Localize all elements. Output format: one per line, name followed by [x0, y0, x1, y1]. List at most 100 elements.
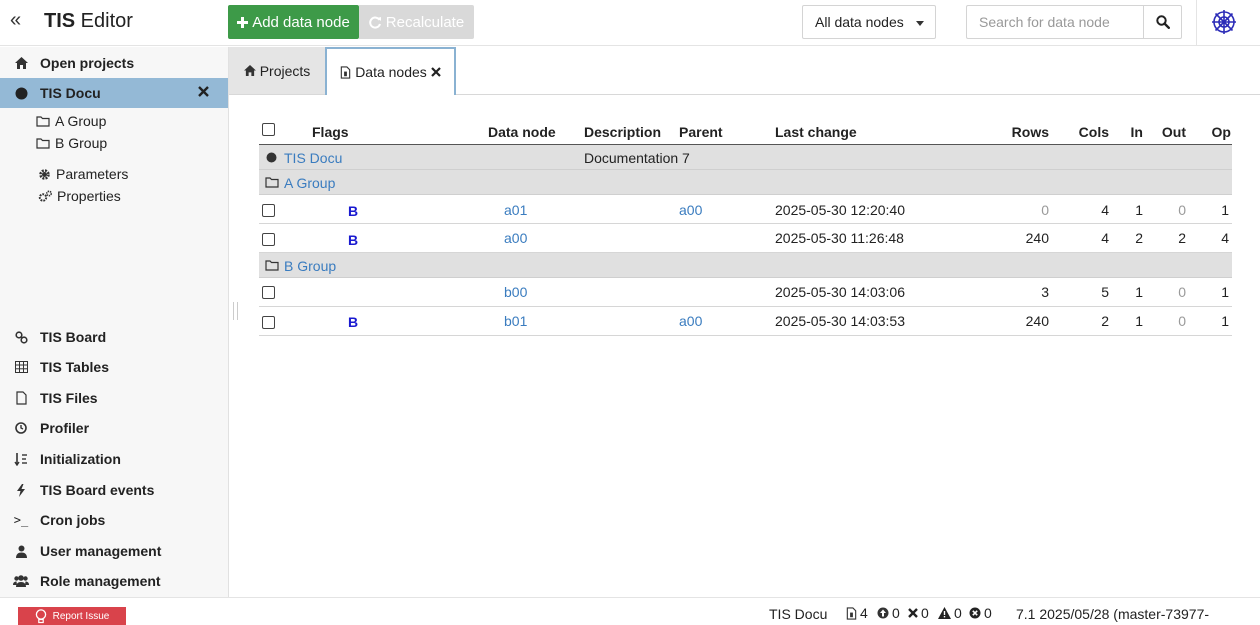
terminal-icon: >_	[13, 513, 29, 527]
error-count: 0	[908, 605, 929, 621]
refresh-icon	[369, 16, 381, 28]
sidebar-item-profiler[interactable]: Profiler	[0, 414, 228, 442]
col-last-change[interactable]: Last change	[775, 124, 857, 140]
user-icon	[0, 545, 40, 558]
caret-down-icon	[916, 21, 924, 26]
out-value: 0	[1178, 202, 1186, 218]
parent-link[interactable]: a00	[679, 202, 702, 218]
rows-value: 240	[1025, 230, 1049, 246]
data-node-link[interactable]: a01	[504, 202, 527, 218]
link-icon	[0, 330, 40, 344]
folder-icon	[36, 137, 50, 149]
col-parent[interactable]: Parent	[679, 124, 723, 140]
arrow-up-circle-icon	[877, 607, 889, 619]
circle-icon	[266, 152, 277, 163]
flag-badge: B	[348, 203, 359, 219]
row-checkbox[interactable]	[262, 286, 275, 299]
status-bar: Report Issue TIS Docu 4 0 0 0 0 7.1 2025…	[0, 597, 1260, 625]
sidebar-item-role-management[interactable]: Role management	[0, 567, 228, 595]
warning-icon	[938, 607, 951, 619]
folder-icon	[36, 115, 50, 127]
file-icon	[0, 391, 40, 405]
data-node-link[interactable]: b00	[504, 284, 527, 300]
flag-badge: B	[348, 232, 359, 248]
sidebar-item-active-project[interactable]: TIS Docu	[0, 78, 228, 108]
group-row-a: A Group	[259, 170, 1232, 195]
row-checkbox[interactable]	[262, 233, 275, 246]
cols-value: 4	[1101, 230, 1109, 246]
col-description[interactable]: Description	[584, 124, 661, 140]
project-row: TIS Docu Documentation 7	[259, 145, 1232, 170]
cols-value: 5	[1101, 284, 1109, 300]
col-op[interactable]: Op	[1212, 124, 1231, 140]
rows-value: 0	[1041, 202, 1049, 218]
sidebar-resize-handle[interactable]	[233, 302, 238, 320]
search-input[interactable]	[966, 5, 1144, 39]
data-node-link[interactable]: a00	[504, 230, 527, 246]
file-icon	[846, 606, 857, 620]
sidebar-item-cron-jobs[interactable]: >_ Cron jobs	[0, 506, 228, 534]
col-out[interactable]: Out	[1162, 124, 1186, 140]
sidebar-item-initialization[interactable]: Initialization	[0, 445, 228, 473]
search-icon	[1155, 15, 1170, 29]
recalculate-button[interactable]: Recalculate	[359, 5, 474, 39]
last-change: 2025-05-30 14:03:53	[775, 313, 905, 329]
app-title: TIS Editor	[44, 10, 133, 32]
logo-icon[interactable]	[1210, 8, 1238, 36]
select-all-checkbox[interactable]	[262, 123, 275, 136]
clock-icon	[0, 422, 40, 434]
in-value: 2	[1135, 230, 1143, 246]
group-a-link[interactable]: A Group	[284, 175, 335, 191]
table-row[interactable]: b00 2025-05-30 14:03:06 3 5 1 0 1	[259, 278, 1232, 307]
col-data-node[interactable]: Data node	[488, 124, 556, 140]
in-value: 1	[1135, 284, 1143, 300]
sidebar-item-user-management[interactable]: User management	[0, 537, 228, 565]
parent-link[interactable]: a00	[679, 313, 702, 329]
sidebar-group-b[interactable]: B Group	[36, 135, 107, 151]
pending-count: 0	[877, 605, 900, 621]
home-icon	[0, 57, 40, 69]
col-in[interactable]: In	[1131, 124, 1143, 140]
table-row[interactable]: B a00 2025-05-30 11:26:48 240 4 2 2 4	[259, 224, 1232, 253]
table-row[interactable]: B a01 a00 2025-05-30 12:20:40 0 4 1 0 1	[259, 195, 1232, 224]
sidebar-group-a[interactable]: A Group	[36, 113, 106, 129]
tab-projects[interactable]: Projects	[229, 47, 325, 94]
file-icon	[340, 65, 351, 79]
group-b-link[interactable]: B Group	[284, 258, 336, 274]
last-change: 2025-05-30 11:26:48	[775, 230, 904, 246]
col-cols[interactable]: Cols	[1079, 124, 1109, 140]
sidebar-item-tis-tables[interactable]: TIS Tables	[0, 353, 228, 381]
plus-icon	[237, 16, 249, 28]
sidebar: Open projects TIS Docu A Group B Group P…	[0, 47, 229, 597]
sidebar-item-tis-board-events[interactable]: TIS Board events	[0, 476, 228, 504]
table-row[interactable]: B b01 a00 2025-05-30 14:03:53 240 2 1 0 …	[259, 307, 1232, 336]
add-data-node-button[interactable]: Add data node	[228, 5, 359, 39]
project-link[interactable]: TIS Docu	[284, 150, 342, 166]
col-rows[interactable]: Rows	[1012, 124, 1049, 140]
sidebar-item-tis-board[interactable]: TIS Board	[0, 323, 228, 351]
row-checkbox[interactable]	[262, 204, 275, 217]
op-value: 1	[1221, 202, 1229, 218]
data-node-link[interactable]: b01	[504, 313, 527, 329]
out-value: 0	[1178, 313, 1186, 329]
node-filter-select[interactable]: All data nodes	[802, 5, 936, 39]
collapse-sidebar-icon[interactable]: «	[10, 9, 21, 32]
version-label: 7.1 2025/05/28 (master-73977-b421b649)	[1016, 606, 1210, 625]
sidebar-item-properties[interactable]: Properties	[38, 188, 121, 204]
sidebar-item-open-projects[interactable]: Open projects	[0, 49, 228, 77]
close-tab-icon[interactable]	[431, 67, 441, 77]
sidebar-item-tis-files[interactable]: TIS Files	[0, 384, 228, 412]
last-change: 2025-05-30 14:03:06	[775, 284, 905, 300]
col-flags[interactable]: Flags	[312, 124, 349, 140]
close-project-icon[interactable]	[198, 84, 209, 100]
search-button[interactable]	[1143, 5, 1182, 39]
row-checkbox[interactable]	[262, 316, 275, 329]
sidebar-item-parameters[interactable]: Parameters	[38, 166, 128, 182]
report-issue-button[interactable]: Report Issue	[18, 607, 126, 625]
out-value: 2	[1178, 230, 1186, 246]
tab-data-nodes[interactable]: Data nodes	[325, 47, 456, 95]
out-value: 0	[1178, 284, 1186, 300]
in-value: 1	[1135, 202, 1143, 218]
top-bar: « TIS Editor Add data node Recalculate A…	[0, 0, 1260, 46]
op-value: 1	[1221, 313, 1229, 329]
